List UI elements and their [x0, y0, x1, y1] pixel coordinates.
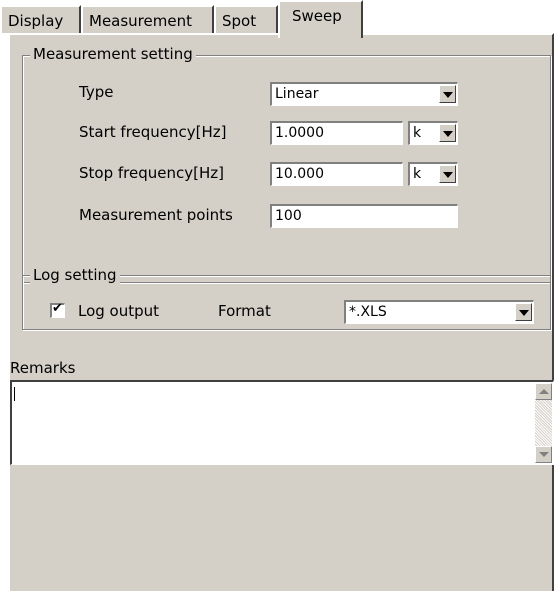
- log-output-checkbox[interactable]: [50, 301, 65, 318]
- type-label: Type: [79, 83, 114, 101]
- sweep-panel: Measurement setting Type Linear Start fr…: [8, 33, 554, 591]
- stop-frequency-input[interactable]: 10.000: [270, 162, 403, 186]
- start-frequency-label: Start frequency[Hz]: [79, 123, 227, 141]
- scroll-down-arrow-icon[interactable]: [535, 446, 552, 463]
- type-select-value: Linear: [275, 86, 319, 102]
- remarks-label: Remarks: [10, 359, 76, 377]
- text-caret: [14, 387, 15, 401]
- stop-unit-dropdown-button[interactable]: [439, 165, 456, 183]
- tab-display-label: Display: [8, 12, 64, 30]
- format-select[interactable]: *.XLS: [344, 300, 534, 324]
- type-dropdown-button[interactable]: [439, 85, 456, 103]
- format-select-value: *.XLS: [349, 304, 387, 320]
- tab-measurement-label: Measurement: [89, 12, 192, 30]
- measurement-setting-title: Measurement setting: [30, 45, 196, 63]
- start-frequency-unit-select[interactable]: k: [408, 121, 458, 145]
- remarks-textarea[interactable]: [10, 380, 554, 465]
- measurement-points-input[interactable]: 100: [270, 204, 458, 228]
- type-select[interactable]: Linear: [270, 82, 458, 106]
- tab-spot-label: Spot: [222, 12, 257, 30]
- tab-sweep[interactable]: Sweep: [278, 0, 363, 38]
- stop-frequency-value: 10.000: [275, 166, 324, 182]
- stop-unit-value: k: [413, 166, 422, 182]
- log-setting-title: Log setting: [30, 266, 120, 284]
- tab-display[interactable]: Display: [0, 5, 81, 33]
- stop-frequency-label: Stop frequency[Hz]: [79, 164, 224, 182]
- tab-sweep-label: Sweep: [292, 7, 342, 25]
- stop-frequency-unit-select[interactable]: k: [408, 162, 458, 186]
- start-unit-value: k: [413, 125, 422, 141]
- measurement-points-value: 100: [275, 208, 302, 224]
- tab-spot[interactable]: Spot: [214, 5, 278, 33]
- start-frequency-value: 1.0000: [275, 125, 324, 141]
- start-frequency-input[interactable]: 1.0000: [270, 121, 403, 145]
- measurement-points-label: Measurement points: [79, 206, 233, 224]
- log-output-label: Log output: [78, 302, 160, 320]
- scroll-up-arrow-icon[interactable]: [535, 383, 552, 400]
- tab-measurement[interactable]: Measurement: [81, 5, 214, 33]
- remarks-scrollbar[interactable]: [535, 383, 552, 463]
- format-dropdown-button[interactable]: [515, 303, 532, 321]
- start-unit-dropdown-button[interactable]: [439, 124, 456, 142]
- format-label: Format: [218, 302, 271, 320]
